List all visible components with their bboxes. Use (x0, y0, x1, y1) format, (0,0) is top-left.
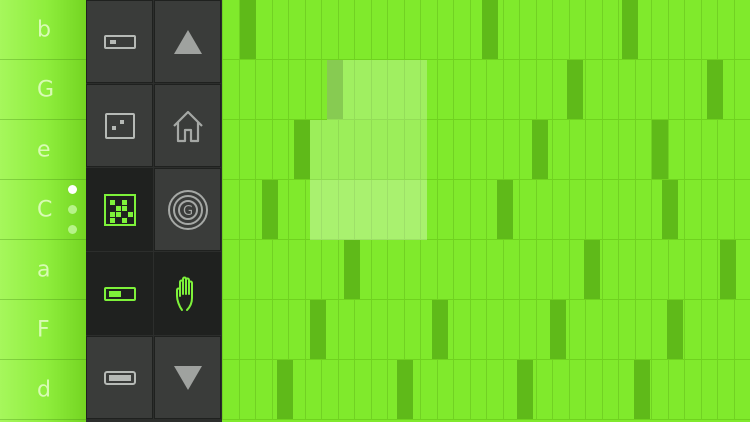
grid-row[interactable] (222, 300, 750, 360)
grid-marker (707, 60, 723, 119)
toolbar: G (86, 0, 222, 422)
grid-marker (667, 300, 683, 359)
pattern-grid-button[interactable] (86, 168, 153, 251)
grid-marker (277, 360, 293, 419)
sequencer-grid[interactable] (222, 0, 750, 422)
grid-marker (262, 180, 278, 239)
grid-row[interactable] (222, 60, 750, 120)
dot-block-button[interactable] (86, 84, 153, 167)
selection-highlight (327, 60, 427, 120)
grid-marker (720, 240, 736, 299)
single-block-icon (103, 33, 137, 51)
dot-block-icon (104, 112, 136, 140)
grid-marker (397, 360, 413, 419)
pattern-grid-icon (103, 193, 137, 227)
svg-text:G: G (182, 204, 192, 219)
grid-marker (310, 300, 326, 359)
grid-marker (294, 120, 310, 179)
grid-marker (584, 240, 600, 299)
wide-block-icon (103, 369, 137, 387)
home-icon (170, 108, 206, 144)
grid-marker (652, 120, 668, 179)
arrow-up-button[interactable] (154, 0, 221, 83)
key-row-e[interactable]: e (0, 120, 86, 180)
hand-button[interactable] (154, 252, 221, 335)
grid-marker (497, 180, 513, 239)
grid-row[interactable] (222, 120, 750, 180)
key-label: C (37, 197, 53, 222)
arrow-down-button[interactable] (154, 336, 221, 419)
grid-marker (240, 0, 256, 59)
key-label: G (37, 77, 55, 102)
single-block-button[interactable] (86, 0, 153, 83)
keyboard-strip: b Ge Ca Fd (0, 0, 86, 422)
grid-row[interactable] (222, 0, 750, 60)
grid-marker (634, 360, 650, 419)
key-row-G[interactable]: G (0, 60, 86, 120)
grid-marker (432, 300, 448, 359)
grid-marker (482, 0, 498, 59)
grid-marker (550, 300, 566, 359)
spiral-g-button[interactable]: G (154, 168, 221, 251)
toggle-block-button[interactable] (86, 252, 153, 335)
selection-highlight (310, 120, 427, 180)
key-label: b (37, 17, 51, 42)
grid-marker (517, 360, 533, 419)
key-row-F[interactable]: F (0, 300, 86, 360)
grid-marker (532, 120, 548, 179)
page-indicator-dot[interactable] (68, 225, 77, 234)
grid-marker (662, 180, 678, 239)
key-row-b[interactable]: b (0, 0, 86, 60)
key-row-a[interactable]: a (0, 240, 86, 300)
arrow-down-icon (172, 364, 204, 392)
key-label: F (37, 317, 50, 342)
arrow-up-icon (172, 28, 204, 56)
toggle-block-icon (103, 285, 137, 303)
grid-marker (567, 60, 583, 119)
grid-marker (344, 240, 360, 299)
key-row-d[interactable]: d (0, 360, 86, 420)
page-indicator-dot[interactable] (68, 185, 77, 194)
page-indicator-dot[interactable] (68, 205, 77, 214)
grid-row[interactable] (222, 180, 750, 240)
grid-row[interactable] (222, 360, 750, 420)
selection-highlight (310, 180, 427, 240)
key-label: a (37, 257, 51, 282)
home-button[interactable] (154, 84, 221, 167)
grid-row[interactable] (222, 240, 750, 300)
key-label: e (37, 137, 51, 162)
spiral-g-icon: G (166, 188, 210, 232)
key-label: d (37, 377, 51, 402)
hand-icon (173, 276, 203, 312)
grid-marker (622, 0, 638, 59)
wide-block-button[interactable] (86, 336, 153, 419)
